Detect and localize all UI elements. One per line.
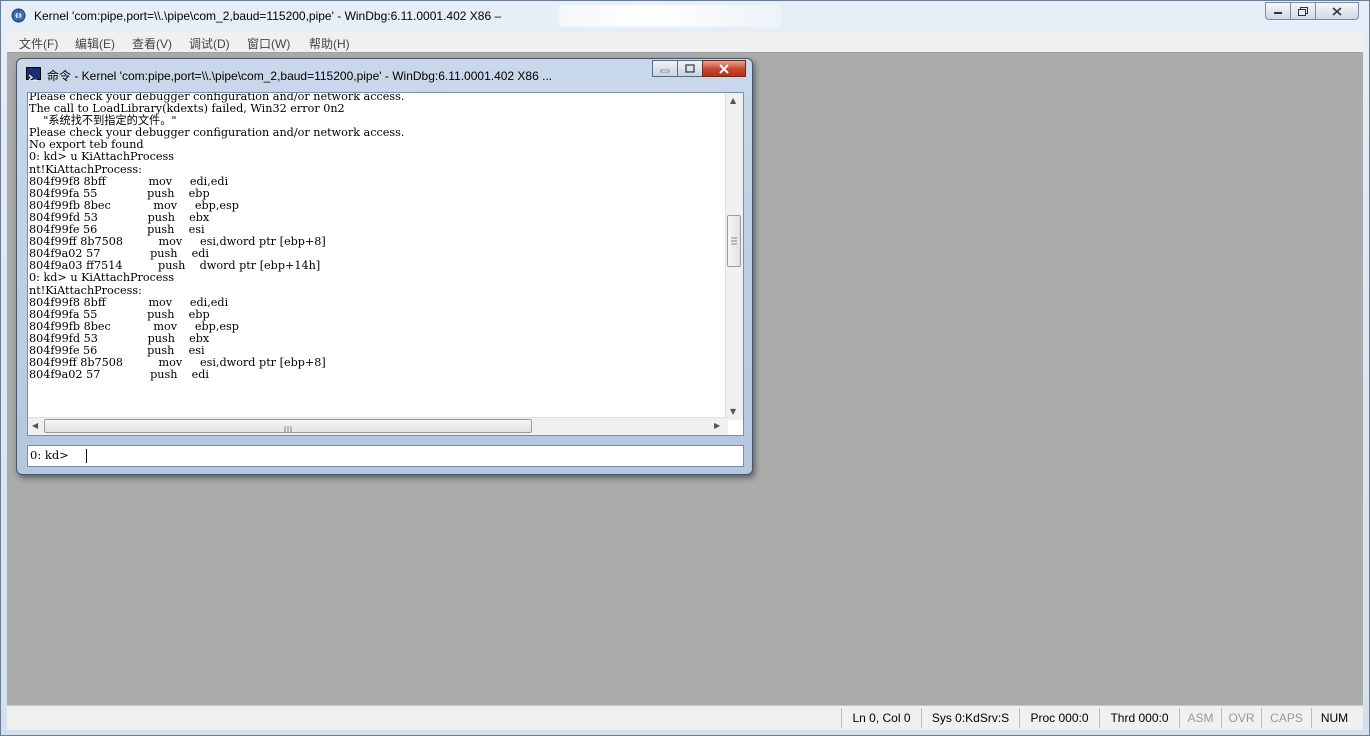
restore-icon bbox=[1298, 6, 1308, 16]
title-bar[interactable]: Kernel 'com:pipe,port=\\.\pipe\com_2,bau… bbox=[1, 1, 1369, 33]
windbg-main-window: Kernel 'com:pipe,port=\\.\pipe\com_2,bau… bbox=[0, 0, 1370, 736]
scroll-down-icon[interactable]: ▼ bbox=[730, 407, 736, 416]
menu-window[interactable]: 窗口(W) bbox=[247, 35, 290, 52]
output-text: Please check your debugger configuration… bbox=[29, 93, 404, 382]
vertical-scrollbar[interactable]: ▲ ▼ bbox=[725, 93, 743, 420]
status-thrd: Thrd 000:0 bbox=[1099, 708, 1179, 728]
menu-help[interactable]: 帮助(H) bbox=[309, 35, 350, 52]
status-sys: Sys 0:KdSrv:S bbox=[921, 708, 1019, 728]
command-window-icon bbox=[26, 67, 41, 81]
close-icon bbox=[719, 63, 729, 74]
command-window-title[interactable]: 命令 - Kernel 'com:pipe,port=\\.\pipe\com_… bbox=[47, 67, 552, 84]
status-bar: Ln 0, Col 0 Sys 0:KdSrv:S Proc 000:0 Thr… bbox=[7, 705, 1363, 730]
window-title: Kernel 'com:pipe,port=\\.\pipe\com_2,bau… bbox=[34, 9, 502, 23]
vertical-scroll-thumb[interactable] bbox=[727, 215, 741, 267]
minimize-icon bbox=[1274, 12, 1282, 14]
menu-file[interactable]: 文件(F) bbox=[19, 35, 58, 52]
scroll-right-icon[interactable]: ▶ bbox=[714, 421, 720, 430]
output-line: 0: kd> u KiAttachProcess bbox=[29, 150, 175, 164]
horizontal-scroll-thumb[interactable] bbox=[44, 419, 532, 433]
menu-edit[interactable]: 编辑(E) bbox=[75, 35, 115, 52]
grip-icon bbox=[731, 237, 737, 245]
menu-debug[interactable]: 调试(D) bbox=[189, 35, 230, 52]
status-num: NUM bbox=[1311, 708, 1357, 728]
text-caret bbox=[86, 449, 87, 463]
output-line: 804f99f8 8bff mov edi,edi bbox=[29, 174, 229, 188]
output-line: 804f99f8 8bff mov edi,edi bbox=[29, 295, 229, 309]
scroll-left-icon[interactable]: ◀ bbox=[32, 421, 38, 430]
maximize-button[interactable] bbox=[1290, 2, 1316, 20]
command-window: 命令 - Kernel 'com:pipe,port=\\.\pipe\com_… bbox=[16, 58, 753, 475]
scroll-up-icon[interactable]: ▲ bbox=[730, 96, 736, 105]
kd-prompt: 0: kd> bbox=[30, 448, 69, 462]
status-asm: ASM bbox=[1179, 708, 1221, 728]
status-ovr: OVR bbox=[1221, 708, 1261, 728]
horizontal-scrollbar[interactable]: ◀ ▶ bbox=[28, 417, 728, 435]
minimize-button[interactable] bbox=[1265, 2, 1291, 20]
output-line: 804f99fa 55 push ebp bbox=[29, 307, 210, 321]
menu-bar: 文件(F) 编辑(E) 查看(V) 调试(D) 窗口(W) 帮助(H) bbox=[7, 32, 1363, 52]
maximize-icon bbox=[685, 64, 695, 73]
close-icon bbox=[1332, 6, 1342, 16]
output-line: 0: kd> u KiAttachProcess bbox=[29, 271, 175, 285]
minimize-icon bbox=[660, 69, 670, 72]
status-caps: CAPS bbox=[1261, 708, 1311, 728]
grip-icon bbox=[284, 426, 292, 432]
close-button[interactable] bbox=[1315, 2, 1359, 20]
windbg-app-icon bbox=[11, 8, 26, 23]
title-blur-overlay bbox=[559, 5, 781, 27]
output-line: nt!KiAttachProcess: bbox=[29, 162, 142, 176]
command-close-button[interactable] bbox=[702, 60, 746, 77]
status-proc: Proc 000:0 bbox=[1019, 708, 1099, 728]
command-input[interactable]: 0: kd> bbox=[27, 445, 744, 467]
output-line: 804f9a02 57 push edi bbox=[29, 368, 209, 382]
status-line-col: Ln 0, Col 0 bbox=[841, 708, 921, 728]
menu-view[interactable]: 查看(V) bbox=[132, 35, 172, 52]
output-line: nt!KiAttachProcess: bbox=[29, 283, 142, 297]
command-output[interactable]: Please check your debugger configuration… bbox=[27, 92, 744, 436]
command-minimize-button[interactable] bbox=[652, 60, 678, 77]
command-maximize-button[interactable] bbox=[677, 60, 703, 77]
